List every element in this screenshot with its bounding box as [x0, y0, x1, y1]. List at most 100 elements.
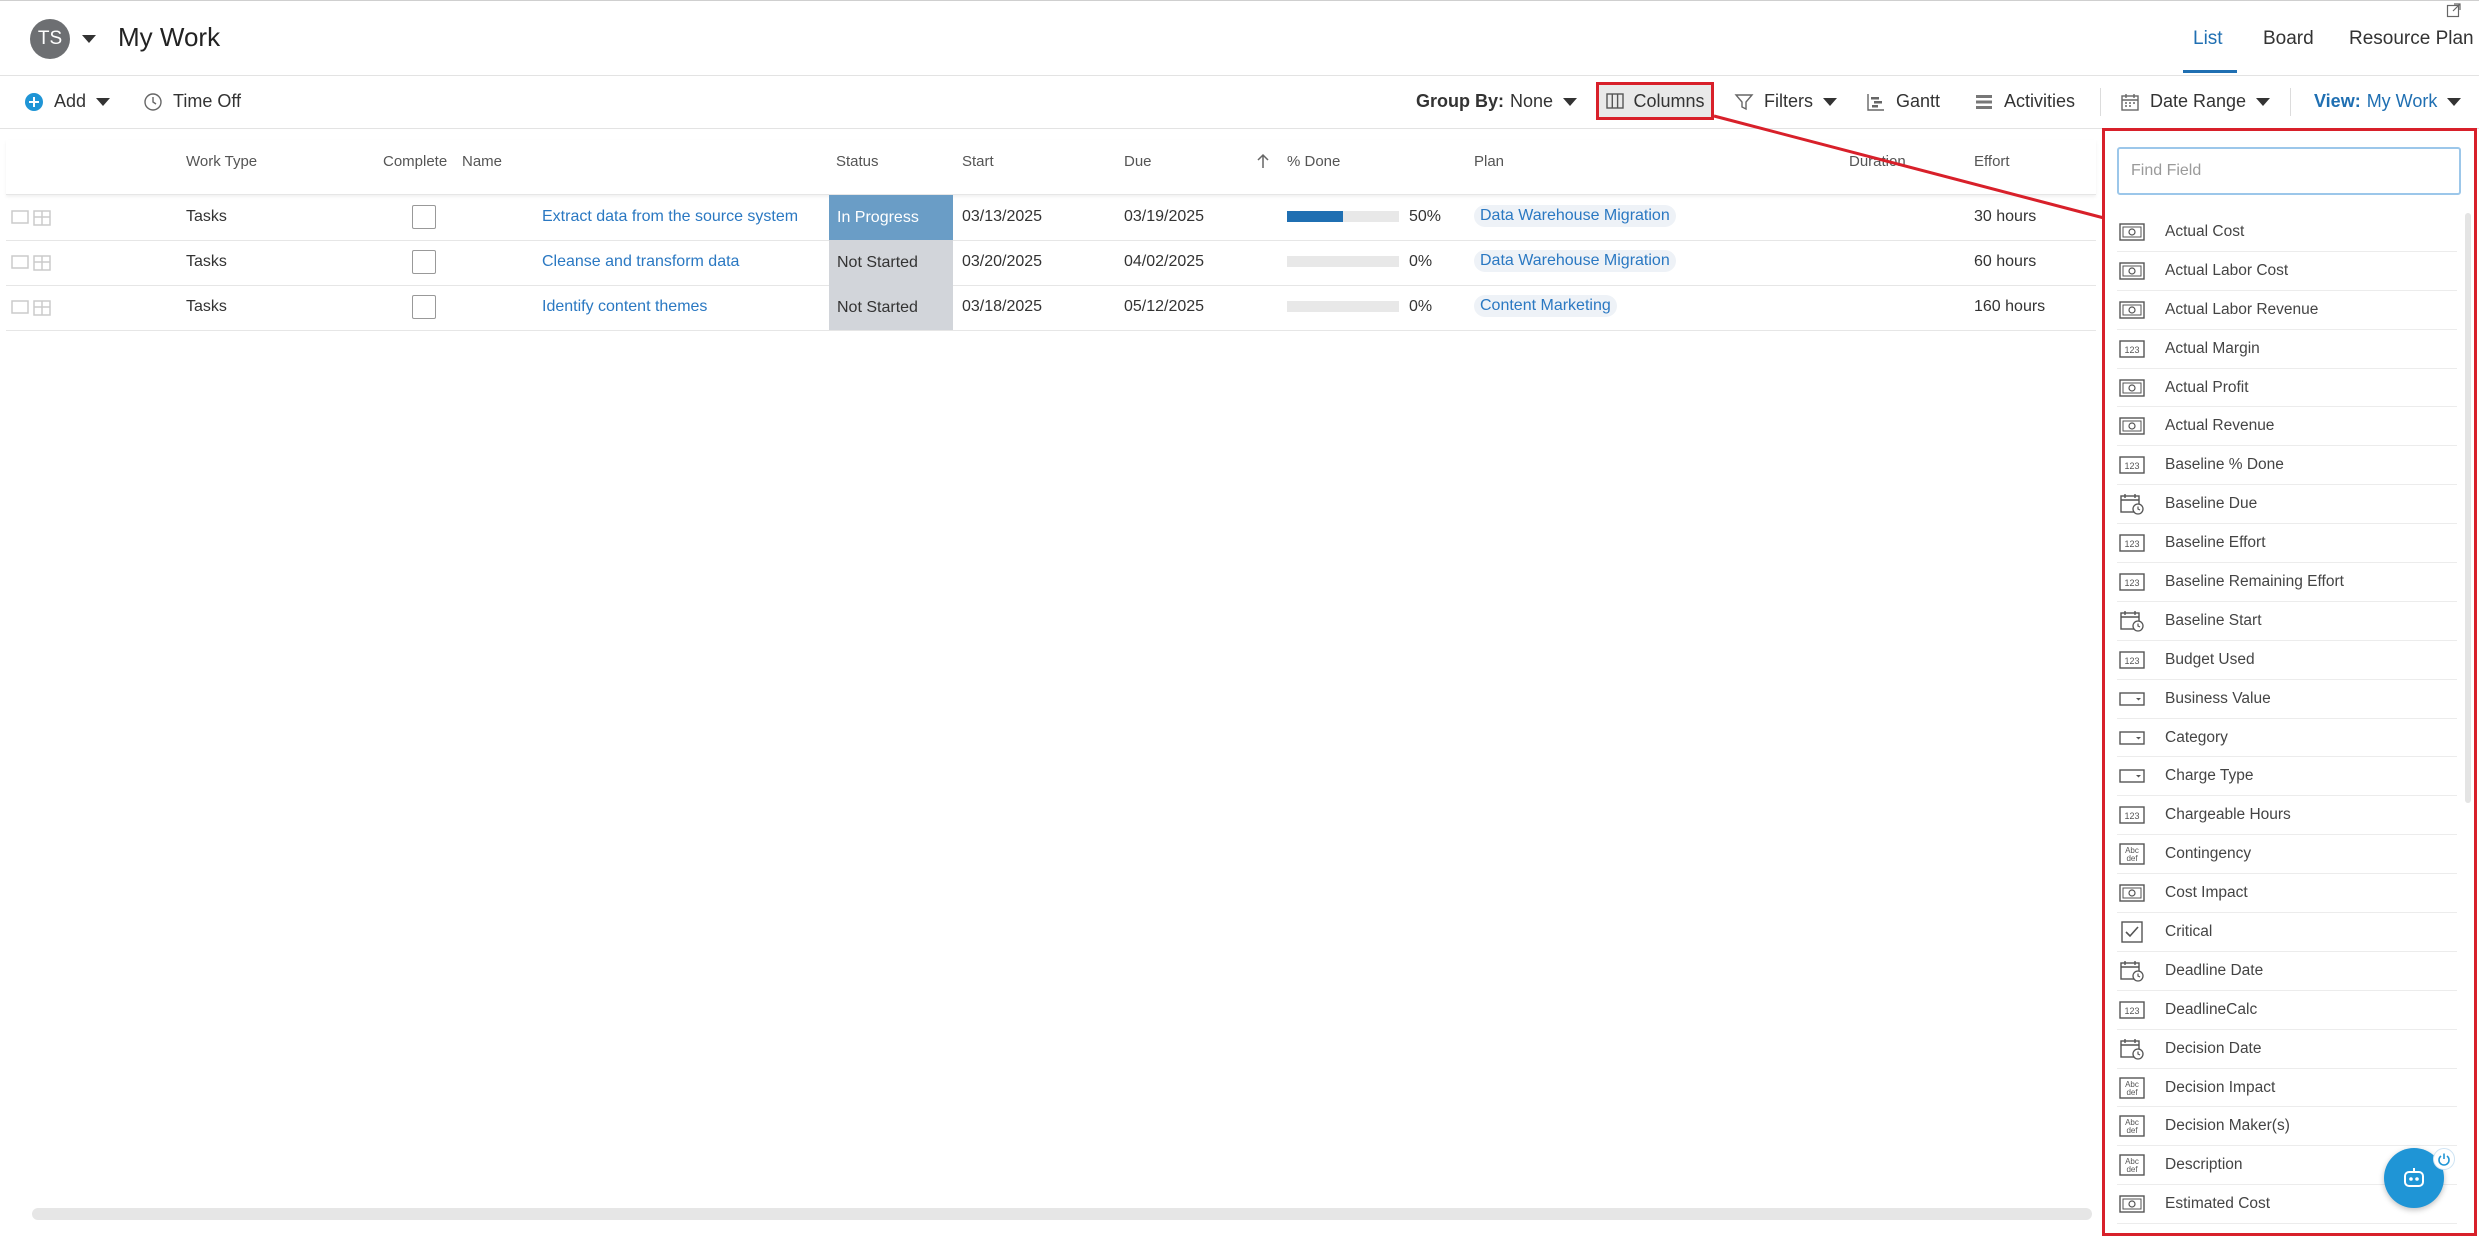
field-item[interactable]: 123 Chargeable Hours — [2117, 796, 2457, 836]
row-action-icons[interactable] — [10, 297, 54, 319]
complete-checkbox[interactable] — [412, 205, 436, 229]
table-row[interactable] — [6, 240, 2096, 286]
pct-done-cell: 50% — [1409, 208, 1442, 225]
field-item[interactable]: Actual Labor Revenue — [2117, 291, 2457, 330]
number-field-icon: 123 — [2119, 533, 2145, 553]
power-icon[interactable] — [2433, 1148, 2455, 1170]
field-item[interactable]: 123 Actual Margin — [2117, 330, 2457, 369]
svg-text:123: 123 — [2124, 1006, 2139, 1016]
tab-resource-plan[interactable]: Resource Plan — [2349, 28, 2474, 50]
field-item[interactable]: Decision Date — [2117, 1030, 2457, 1069]
start-date-cell: 03/13/2025 — [962, 208, 1043, 225]
horizontal-scrollbar[interactable] — [32, 1208, 2092, 1220]
columns-panel: Actual Cost Actual Labor Cost Actual Labor… — [2102, 128, 2477, 1236]
field-item[interactable]: Actual Cost — [2117, 213, 2457, 252]
field-item[interactable]: 123 Baseline % Done — [2117, 446, 2457, 486]
task-name-link[interactable]: Extract data from the source system — [542, 208, 798, 226]
field-item[interactable]: 123 Budget Used — [2117, 641, 2457, 680]
plan-link[interactable]: Data Warehouse Migration — [1474, 250, 1676, 272]
number-field-icon: 123 — [2119, 572, 2145, 592]
row-action-icons[interactable] — [10, 252, 54, 274]
field-label: Baseline Due — [2165, 495, 2258, 513]
complete-checkbox[interactable] — [412, 250, 436, 274]
columns-icon — [1606, 93, 1625, 109]
field-label: Decision Date — [2165, 1039, 2262, 1057]
group-by-dropdown[interactable]: Group By: None — [1416, 91, 1578, 112]
column-header-work-type[interactable]: Work Type — [186, 153, 257, 170]
task-name-link[interactable]: Identify content themes — [542, 298, 707, 316]
complete-checkbox[interactable] — [412, 295, 436, 319]
tab-list[interactable]: List — [2193, 28, 2223, 50]
column-header-name[interactable]: Name — [462, 153, 502, 170]
bot-icon — [2404, 1168, 2424, 1187]
sort-ascending-icon[interactable] — [1256, 152, 1270, 170]
field-item[interactable]: 123 Baseline Effort — [2117, 524, 2457, 564]
active-tab-indicator — [2183, 70, 2237, 73]
column-header-plan[interactable]: Plan — [1474, 153, 1504, 170]
column-header-due[interactable]: Due — [1124, 153, 1152, 170]
field-item[interactable]: 123 Baseline Remaining Effort — [2117, 563, 2457, 602]
row-action-icons[interactable] — [10, 207, 54, 229]
field-item[interactable]: Baseline Due — [2117, 485, 2457, 525]
field-item[interactable]: Baseline Start — [2117, 602, 2457, 641]
columns-button[interactable]: Columns — [1596, 82, 1714, 120]
field-item[interactable]: Abc def Contingency — [2117, 835, 2457, 875]
find-field-input[interactable] — [2117, 147, 2461, 195]
column-header-complete[interactable]: Complete — [383, 153, 447, 170]
text-field-icon: Abc def — [2119, 1076, 2145, 1099]
field-item[interactable]: Abc def Decision Maker(s) — [2117, 1107, 2457, 1147]
pct-done-cell: 0% — [1409, 253, 1433, 270]
column-header-pct-done[interactable]: % Done — [1287, 153, 1340, 170]
number-field-icon: 123 — [2119, 650, 2145, 670]
status-cell[interactable]: Not Started — [829, 240, 953, 285]
time-off-button[interactable]: Time Off — [143, 91, 241, 112]
plan-link[interactable]: Data Warehouse Migration — [1474, 205, 1676, 227]
work-type-cell: Tasks — [186, 208, 227, 225]
columns-label: Columns — [1633, 90, 1705, 111]
status-cell[interactable]: Not Started — [829, 285, 953, 330]
field-item[interactable]: Cost Impact — [2117, 874, 2457, 914]
column-header-start[interactable]: Start — [962, 153, 994, 170]
field-list-scrollbar[interactable] — [2465, 213, 2471, 803]
plan-link[interactable]: Content Marketing — [1474, 295, 1617, 317]
checkbox-field-icon — [2119, 921, 2145, 943]
activities-button[interactable]: Activities — [1974, 91, 2075, 112]
pct-done-cell: 0% — [1409, 298, 1433, 315]
field-item[interactable]: Charge Type — [2117, 757, 2457, 797]
date-range-dropdown[interactable]: Date Range — [2120, 91, 2271, 112]
field-item[interactable]: Actual Labor Cost — [2117, 252, 2457, 291]
field-item[interactable]: Business Value — [2117, 680, 2457, 719]
field-item[interactable]: Actual Revenue — [2117, 407, 2457, 447]
user-avatar[interactable]: TS — [30, 19, 70, 59]
currency-field-icon — [2119, 378, 2145, 398]
view-dropdown[interactable]: View: My Work — [2314, 91, 2462, 112]
table-row[interactable] — [6, 195, 2096, 241]
start-date-cell: 03/18/2025 — [962, 298, 1043, 315]
avatar-chevron-down-icon[interactable] — [82, 35, 96, 43]
field-item[interactable]: Deadline Date — [2117, 952, 2457, 991]
field-label: Baseline Effort — [2165, 534, 2266, 552]
svg-text:123: 123 — [2124, 578, 2139, 588]
field-item[interactable]: Critical — [2117, 913, 2457, 952]
svg-text:def: def — [2126, 1165, 2138, 1174]
table-row[interactable] — [6, 285, 2096, 331]
gantt-button[interactable]: Gantt — [1866, 91, 1940, 112]
column-header-effort[interactable]: Effort — [1974, 153, 2010, 170]
svg-text:123: 123 — [2124, 345, 2139, 355]
field-label: Actual Labor Cost — [2165, 261, 2289, 279]
expand-window-icon[interactable] — [2446, 2, 2462, 18]
column-header-status[interactable]: Status — [836, 153, 879, 170]
filters-button[interactable]: Filters — [1734, 91, 1837, 112]
field-item[interactable]: Actual Profit — [2117, 369, 2457, 408]
column-header-duration[interactable]: Duration — [1849, 153, 1906, 170]
status-cell[interactable]: In Progress — [829, 195, 953, 240]
currency-field-icon — [2119, 416, 2145, 436]
tab-board[interactable]: Board — [2263, 28, 2314, 50]
effort-cell: 160 hours — [1974, 298, 2046, 315]
field-item[interactable]: Abc def Decision Impact — [2117, 1069, 2457, 1108]
field-item[interactable]: 123 DeadlineCalc — [2117, 991, 2457, 1030]
task-name-link[interactable]: Cleanse and transform data — [542, 253, 739, 271]
date-field-icon — [2119, 1038, 2145, 1060]
add-button[interactable]: Add — [24, 91, 111, 112]
field-item[interactable]: Category — [2117, 719, 2457, 758]
